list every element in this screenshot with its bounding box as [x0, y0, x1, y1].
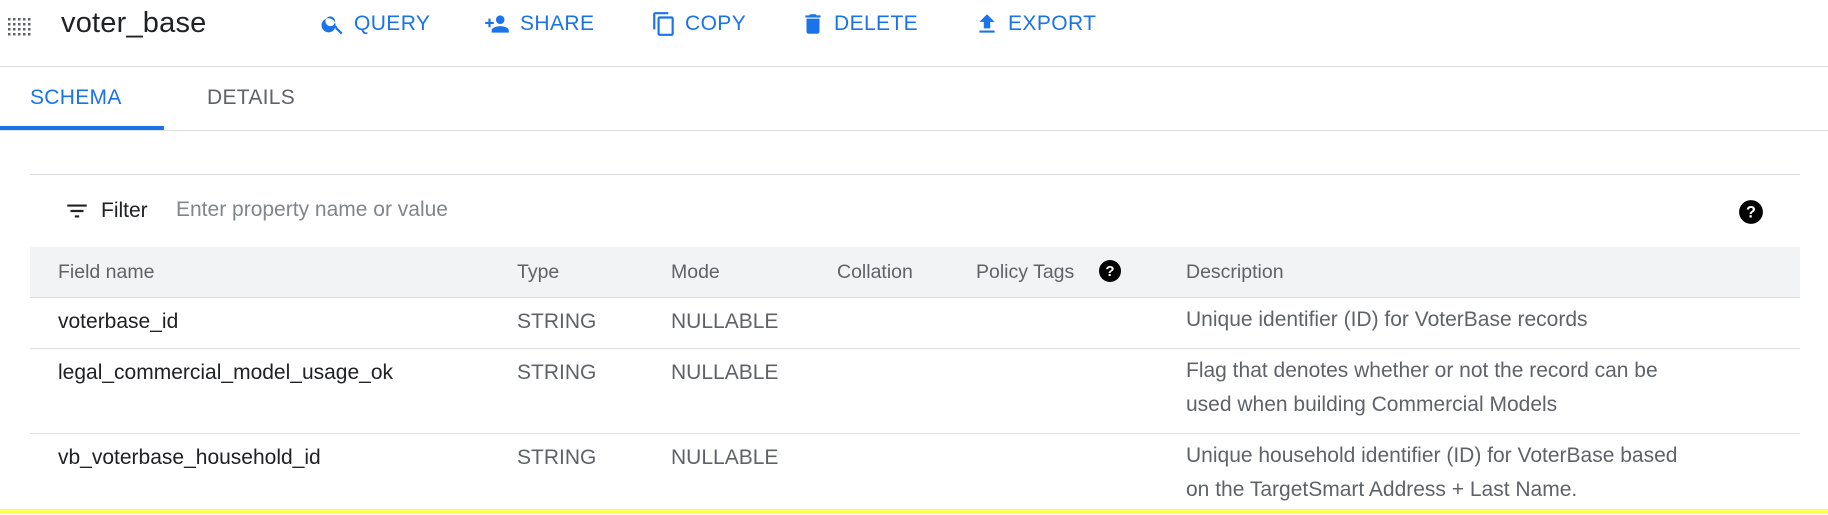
- field-name-cell: legal_commercial_model_usage_ok: [58, 361, 394, 384]
- type-cell: STRING: [517, 446, 597, 469]
- field-name-cell: vb_voterbase_household_id: [58, 446, 321, 469]
- svg-text:?: ?: [1105, 263, 1114, 280]
- copy-icon: [653, 12, 674, 36]
- svg-text:?: ?: [1746, 203, 1756, 221]
- header-collation[interactable]: Collation: [837, 261, 913, 284]
- delete-button[interactable]: DELETE: [800, 9, 918, 39]
- query-button[interactable]: QUERY: [320, 9, 430, 39]
- tab-bar: SCHEMA DETAILS: [0, 66, 1828, 131]
- copy-button-label: COPY: [685, 12, 747, 35]
- description-cell: Unique household identifier (ID) for Vot…: [1186, 444, 1678, 501]
- filter-bar: Filter ?: [30, 175, 1800, 248]
- mode-cell: NULLABLE: [671, 310, 779, 333]
- description-cell: Flag that denotes whether or not the rec…: [1186, 359, 1658, 416]
- mode-cell: NULLABLE: [671, 446, 779, 469]
- header-description[interactable]: Description: [1186, 261, 1284, 284]
- table-row[interactable]: voterbase_id STRING NULLABLE Unique iden…: [30, 298, 1800, 349]
- copy-button[interactable]: COPY: [651, 9, 746, 39]
- top-toolbar: voter_base QUERY SHARE COPY DELETE EXPOR…: [0, 0, 1828, 67]
- tab-details[interactable]: DETAILS: [207, 86, 295, 110]
- type-cell: STRING: [517, 361, 597, 384]
- tab-schema[interactable]: SCHEMA: [30, 86, 122, 110]
- table-header: Field name Type Mode Collation Policy Ta…: [30, 247, 1800, 298]
- table-title: voter_base: [61, 7, 207, 39]
- share-button-label: SHARE: [520, 12, 595, 35]
- table-icon: [8, 18, 31, 36]
- filter-label[interactable]: Filter: [101, 199, 148, 223]
- export-button-label: EXPORT: [1008, 12, 1097, 35]
- policy-tags-help-icon[interactable]: ?: [1098, 259, 1122, 283]
- header-field-name[interactable]: Field name: [58, 261, 154, 284]
- field-name-cell: voterbase_id: [58, 310, 179, 333]
- table-row[interactable]: vb_voterbase_household_id STRING NULLABL…: [30, 434, 1800, 515]
- query-button-label: QUERY: [354, 12, 431, 35]
- highlight-divider: [0, 509, 1828, 514]
- table-row[interactable]: legal_commercial_model_usage_ok STRING N…: [30, 349, 1800, 434]
- filter-input[interactable]: [174, 191, 878, 229]
- help-icon[interactable]: ?: [1738, 199, 1764, 225]
- trash-icon: [805, 14, 821, 34]
- active-tab-indicator: [0, 126, 164, 130]
- person-add-icon: [485, 15, 509, 33]
- delete-button-label: DELETE: [834, 12, 919, 35]
- mode-cell: NULLABLE: [671, 361, 779, 384]
- share-button[interactable]: SHARE: [482, 9, 594, 39]
- export-button[interactable]: EXPORT: [974, 9, 1096, 39]
- header-mode[interactable]: Mode: [671, 261, 720, 284]
- search-icon: [321, 16, 343, 35]
- upload-icon: [979, 14, 995, 33]
- header-type[interactable]: Type: [517, 261, 559, 284]
- filter-icon[interactable]: [64, 198, 90, 224]
- description-cell: Unique identifier (ID) for VoterBase rec…: [1186, 308, 1588, 331]
- schema-panel: Filter ? Field name Type Mode Collation …: [30, 174, 1800, 515]
- type-cell: STRING: [517, 310, 597, 333]
- header-policy-tags[interactable]: Policy Tags: [976, 261, 1074, 284]
